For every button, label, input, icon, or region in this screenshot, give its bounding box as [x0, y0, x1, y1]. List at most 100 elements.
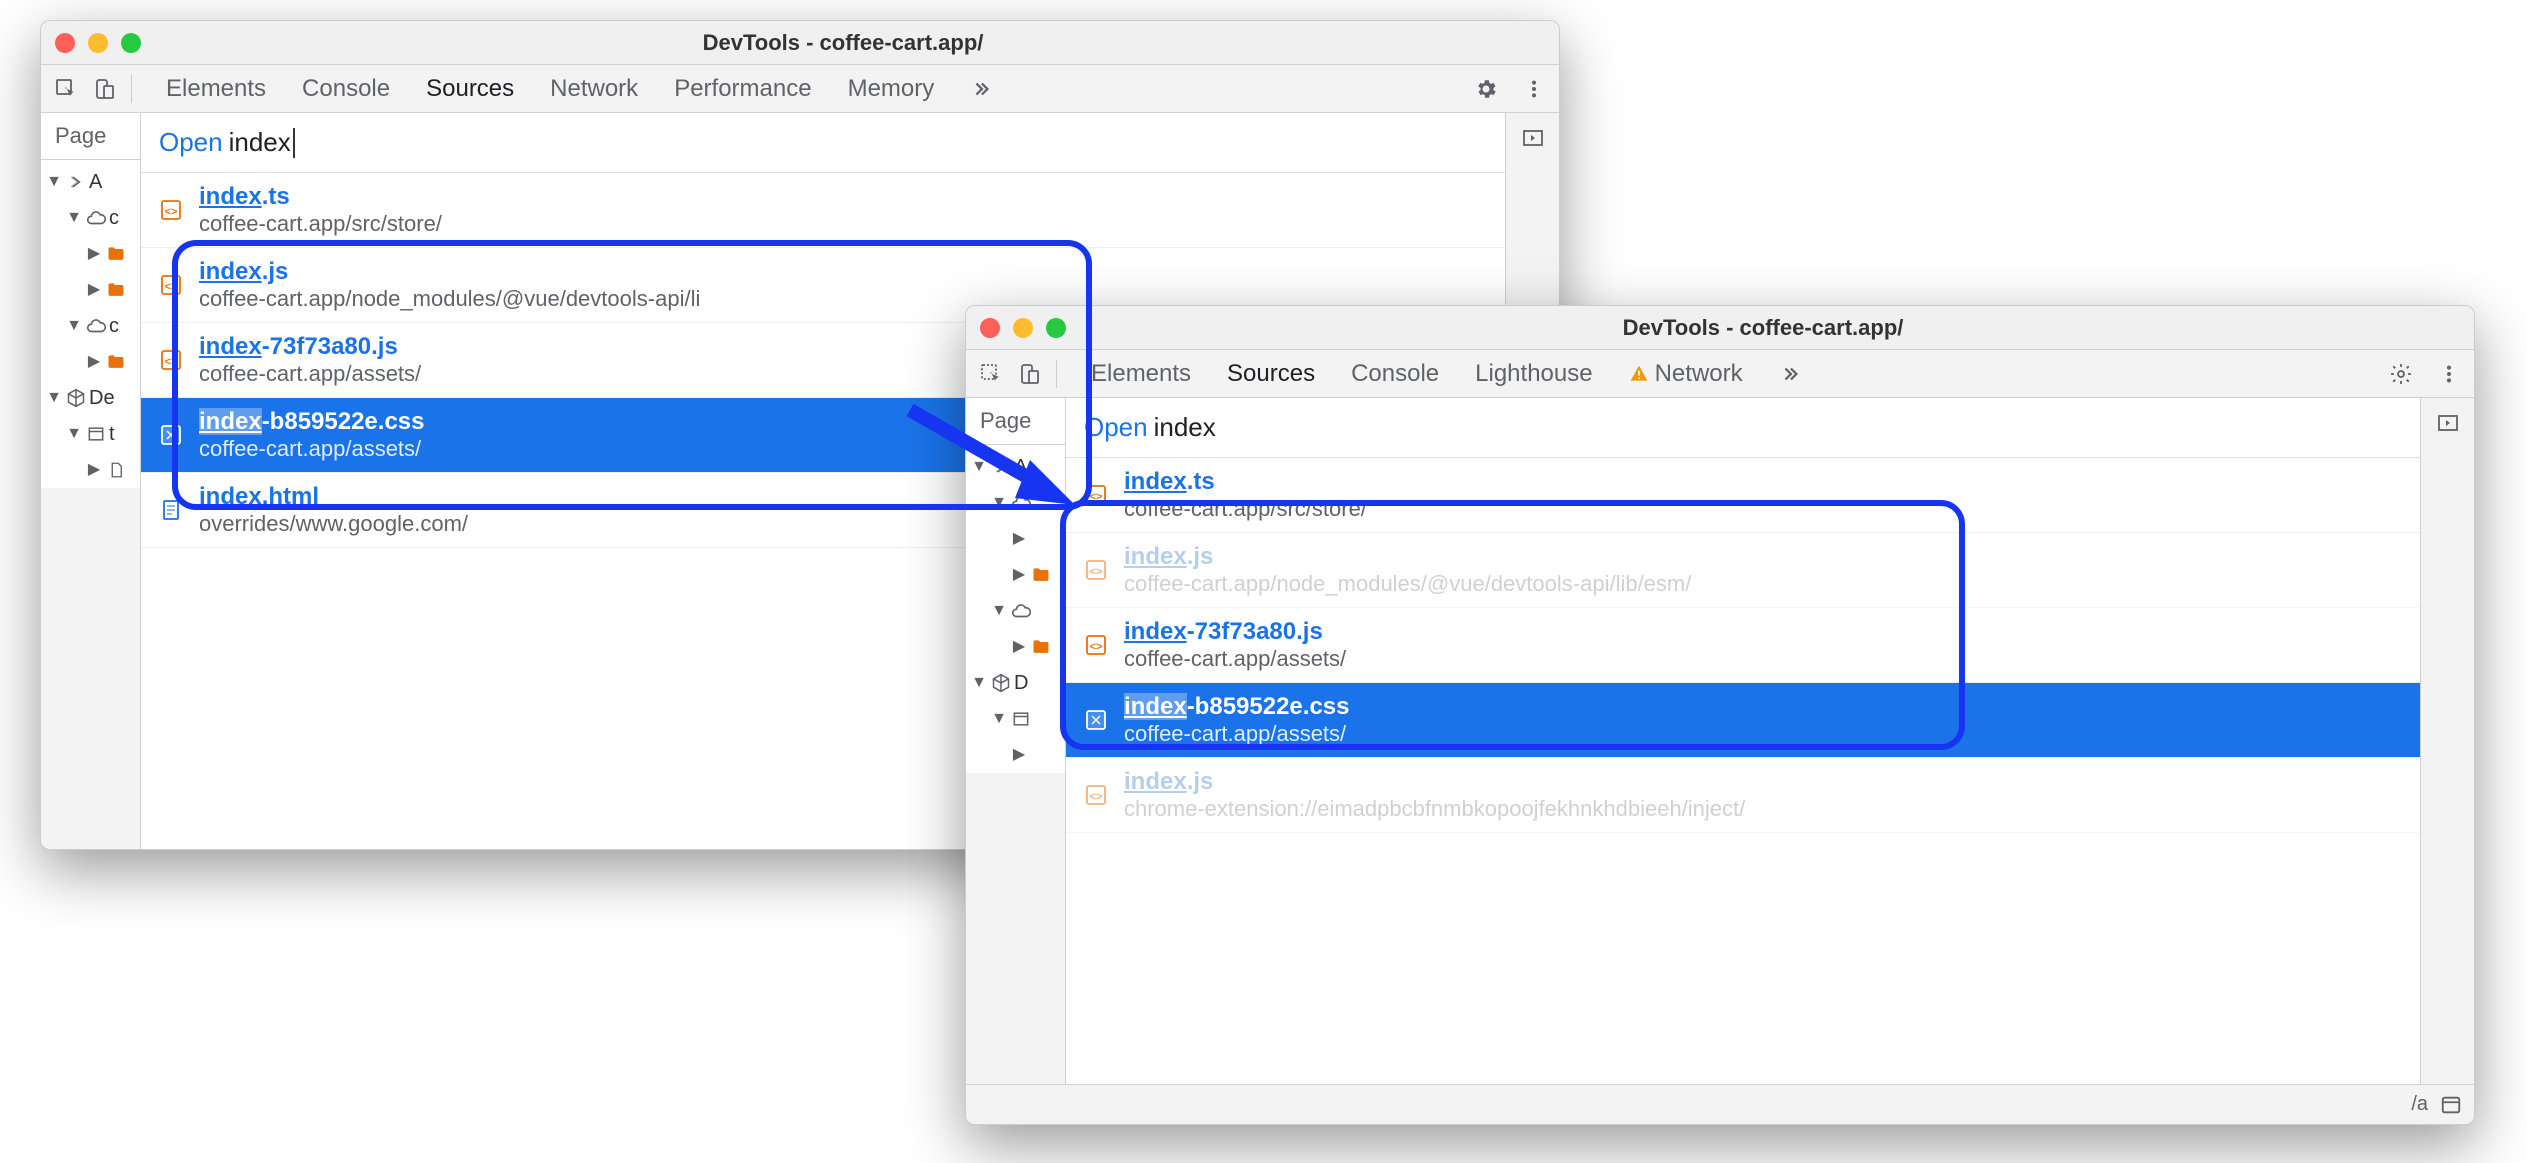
- divider: [131, 75, 132, 103]
- tab-performance[interactable]: Performance: [670, 65, 815, 113]
- zoom-button[interactable]: [1046, 318, 1066, 338]
- file-icon: <>: [157, 271, 185, 299]
- file-icon: <>: [157, 196, 185, 224]
- tab-console[interactable]: Console: [1347, 350, 1443, 398]
- tree-row[interactable]: ▶: [966, 521, 1065, 557]
- sidebar: Page ▼A▼c▶▶▼c▶▼De▼t▶: [41, 113, 141, 849]
- tab-network[interactable]: Network: [1625, 350, 1747, 398]
- tree-row[interactable]: ▶: [41, 236, 140, 272]
- result-path: overrides/www.google.com/: [199, 511, 468, 537]
- settings-icon[interactable]: [1469, 72, 1503, 106]
- tree-row[interactable]: ▶: [41, 452, 140, 488]
- command-query[interactable]: index: [229, 127, 291, 158]
- file-icon: <>: [1082, 781, 1110, 809]
- tab-console[interactable]: Console: [298, 65, 394, 113]
- tree-row[interactable]: ▼: [966, 701, 1065, 737]
- tree-row[interactable]: ▼c: [41, 308, 140, 344]
- command-menu[interactable]: Open index: [1066, 398, 2420, 458]
- tree-row[interactable]: ▶: [966, 737, 1065, 773]
- divider: [1056, 360, 1057, 388]
- titlebar: DevTools - coffee-cart.app/: [966, 306, 2474, 350]
- file-tree[interactable]: ▼A▼c▶▶▼c▶▼De▼t▶: [41, 160, 140, 488]
- result-item[interactable]: <> index.ts coffee-cart.app/src/store/: [1066, 458, 2420, 533]
- device-toggle-icon[interactable]: [1012, 357, 1046, 391]
- command-prefix: Open: [159, 127, 223, 158]
- minimize-button[interactable]: [88, 33, 108, 53]
- collapse-panel-icon[interactable]: [2431, 406, 2465, 440]
- result-filename: index.js: [1124, 543, 1691, 571]
- collapse-panel-icon[interactable]: [1516, 121, 1550, 155]
- titlebar: DevTools - coffee-cart.app/: [41, 21, 1559, 65]
- more-tabs[interactable]: [966, 65, 996, 113]
- tree-row[interactable]: ▼: [966, 593, 1065, 629]
- devtools-tabbar: Elements Sources Console Lighthouse Netw…: [966, 350, 2474, 398]
- tree-row[interactable]: ▶: [41, 272, 140, 308]
- zoom-button[interactable]: [121, 33, 141, 53]
- close-button[interactable]: [980, 318, 1000, 338]
- tab-memory[interactable]: Memory: [844, 65, 939, 113]
- minimize-button[interactable]: [1013, 318, 1033, 338]
- tree-row[interactable]: ▼De: [41, 380, 140, 416]
- footer-text: /a: [2411, 1093, 2428, 1116]
- result-item[interactable]: <> index-73f73a80.js coffee-cart.app/ass…: [1066, 608, 2420, 683]
- tab-lighthouse[interactable]: Lighthouse: [1471, 350, 1596, 398]
- result-item[interactable]: index-b859522e.css coffee-cart.app/asset…: [1066, 683, 2420, 758]
- result-item[interactable]: <> index.ts coffee-cart.app/src/store/: [141, 173, 1505, 248]
- result-filename: index-b859522e.css: [1124, 693, 1349, 721]
- tree-row[interactable]: ▶: [41, 344, 140, 380]
- sidebar-tab-page[interactable]: Page: [41, 113, 140, 160]
- traffic-lights: [55, 33, 141, 53]
- svg-text:<>: <>: [165, 281, 178, 293]
- results-list: <> index.ts coffee-cart.app/src/store/ <…: [1066, 458, 2420, 833]
- command-query[interactable]: index: [1154, 412, 1216, 443]
- panel-body: Page ▼A▼▶▶▼▶▼D▼▶ Open index <> index.ts …: [966, 398, 2474, 1124]
- result-filename: index-73f73a80.js: [199, 333, 421, 361]
- coverage-icon[interactable]: [2440, 1094, 2462, 1116]
- tab-sources[interactable]: Sources: [1223, 350, 1319, 398]
- tree-row[interactable]: ▼A: [41, 164, 140, 200]
- window-title: DevTools - coffee-cart.app/: [1066, 315, 2460, 341]
- file-icon: <>: [1082, 556, 1110, 584]
- file-icon: [1082, 706, 1110, 734]
- tab-network[interactable]: Network: [546, 65, 642, 113]
- device-toggle-icon[interactable]: [87, 72, 121, 106]
- tree-row[interactable]: ▼D: [966, 665, 1065, 701]
- devtools-tabbar: Elements Console Sources Network Perform…: [41, 65, 1559, 113]
- tree-row[interactable]: ▶: [966, 629, 1065, 665]
- traffic-lights: [980, 318, 1066, 338]
- svg-text:<>: <>: [165, 356, 178, 368]
- result-filename: index.ts: [199, 183, 442, 211]
- command-menu[interactable]: Open index: [141, 113, 1505, 173]
- result-path: coffee-cart.app/assets/: [199, 436, 424, 462]
- tree-row[interactable]: ▼c: [41, 200, 140, 236]
- file-icon: <>: [1082, 631, 1110, 659]
- svg-text:<>: <>: [165, 206, 178, 218]
- svg-text:<>: <>: [1090, 566, 1103, 578]
- tab-elements[interactable]: Elements: [162, 65, 270, 113]
- kebab-menu-icon[interactable]: [1517, 72, 1551, 106]
- tree-row[interactable]: ▶: [966, 557, 1065, 593]
- tab-elements[interactable]: Elements: [1087, 350, 1195, 398]
- result-path: coffee-cart.app/assets/: [199, 361, 421, 387]
- panel-tabs: Elements Console Sources Network Perform…: [162, 65, 1465, 113]
- more-tabs[interactable]: [1775, 350, 1805, 398]
- tab-sources[interactable]: Sources: [422, 65, 518, 113]
- window-title: DevTools - coffee-cart.app/: [141, 30, 1545, 56]
- result-path: chrome-extension://eimadpbcbfnmbkopoojfe…: [1124, 796, 1745, 822]
- result-item[interactable]: <> index.js chrome-extension://eimadpbcb…: [1066, 758, 2420, 833]
- result-path: coffee-cart.app/assets/: [1124, 646, 1346, 672]
- tree-row[interactable]: ▼t: [41, 416, 140, 452]
- inspect-icon[interactable]: [49, 72, 83, 106]
- panel-tabs: Elements Sources Console Lighthouse Netw…: [1087, 350, 2380, 398]
- result-path: coffee-cart.app/assets/: [1124, 721, 1349, 747]
- result-path: coffee-cart.app/src/store/: [1124, 496, 1367, 522]
- result-path: coffee-cart.app/src/store/: [199, 211, 442, 237]
- file-icon: [157, 421, 185, 449]
- kebab-menu-icon[interactable]: [2432, 357, 2466, 391]
- result-item[interactable]: <> index.js coffee-cart.app/node_modules…: [1066, 533, 2420, 608]
- devtools-window-2: DevTools - coffee-cart.app/ Elements Sou…: [965, 305, 2475, 1125]
- close-button[interactable]: [55, 33, 75, 53]
- settings-icon[interactable]: [2384, 357, 2418, 391]
- result-filename: index-b859522e.css: [199, 408, 424, 436]
- inspect-icon[interactable]: [974, 357, 1008, 391]
